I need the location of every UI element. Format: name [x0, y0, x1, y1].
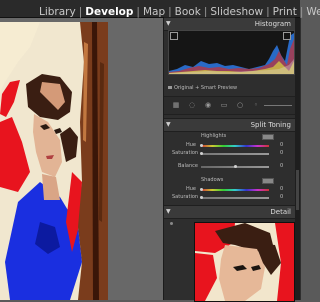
balance-label: Balance [178, 163, 198, 169]
crop-overlay-icon[interactable]: ▦ [172, 101, 180, 109]
highlights-hue-knob[interactable] [200, 144, 203, 147]
highlights-saturation-knob[interactable] [200, 152, 203, 155]
histogram-graph[interactable] [168, 30, 295, 75]
shadow-clipping-indicator[interactable] [170, 32, 178, 40]
highlights-hue-slider[interactable] [201, 145, 269, 147]
histogram-title: Histogram [254, 20, 291, 28]
highlights-color-swatch[interactable] [262, 134, 274, 140]
shadows-hue-slider[interactable] [201, 189, 269, 191]
main-photo[interactable] [0, 22, 108, 300]
highlights-saturation-label: Saturation [172, 150, 199, 156]
tool-slider-track[interactable] [264, 105, 292, 106]
panel-scrollbar-thumb[interactable] [296, 170, 299, 210]
tool-strip: ▦ ◌ ◉ ▭ ○ ◦ [164, 96, 295, 115]
panel-scrollbar[interactable] [295, 18, 300, 300]
shadows-saturation-label: Saturation [172, 194, 199, 200]
collapse-triangle-icon[interactable]: ▼ [166, 20, 171, 28]
shadows-label: Shadows [201, 177, 224, 183]
shadows-color-swatch[interactable] [262, 178, 274, 184]
shadows-saturation-value[interactable]: 0 [280, 194, 283, 201]
graduated-filter-icon[interactable]: ▭ [220, 101, 228, 109]
radial-filter-icon[interactable]: ○ [236, 101, 244, 109]
module-web[interactable]: We [306, 4, 320, 21]
spot-removal-icon[interactable]: ◌ [188, 101, 196, 109]
split-toning-panel-header[interactable]: ▼ Split Toning [164, 118, 295, 132]
highlights-label: Highlights [201, 133, 227, 139]
shadows-saturation-slider[interactable] [201, 197, 269, 199]
histogram-caption: Original + Smart Preview [174, 85, 238, 91]
collapse-triangle-icon[interactable]: ▼ [166, 121, 171, 129]
collapse-triangle-icon[interactable]: ▼ [166, 208, 171, 216]
histogram-panel-header[interactable]: ▼ Histogram [164, 17, 295, 31]
highlights-saturation-slider[interactable] [201, 153, 269, 155]
split-toning-title: Split Toning [250, 121, 291, 129]
balance-value[interactable]: 0 [280, 163, 283, 170]
shadows-hue-knob[interactable] [200, 188, 203, 191]
highlights-hue-value[interactable]: 0 [280, 142, 283, 149]
adjustment-brush-icon[interactable]: ◦ [252, 101, 260, 109]
detail-title: Detail [270, 208, 291, 216]
module-picker: Library | Develop | Map | Book | Slideshow | Print… [39, 0, 320, 18]
highlights-saturation-value[interactable]: 0 [280, 150, 283, 157]
camera-icon [168, 86, 172, 89]
detail-target-icon[interactable] [170, 222, 173, 225]
highlight-clipping-indicator[interactable] [283, 32, 291, 40]
shadows-saturation-knob[interactable] [200, 196, 203, 199]
shadows-hue-value[interactable]: 0 [280, 186, 283, 193]
red-eye-icon[interactable]: ◉ [204, 101, 212, 109]
highlights-hue-label: Hue [186, 142, 197, 148]
shadows-hue-label: Hue [186, 186, 197, 192]
balance-knob[interactable] [234, 165, 237, 168]
detail-preview[interactable] [194, 222, 295, 302]
detail-panel-header[interactable]: ▼ Detail [164, 205, 295, 219]
module-picker-bar: Library | Develop | Map | Book | Slideshow | Print… [0, 0, 320, 18]
